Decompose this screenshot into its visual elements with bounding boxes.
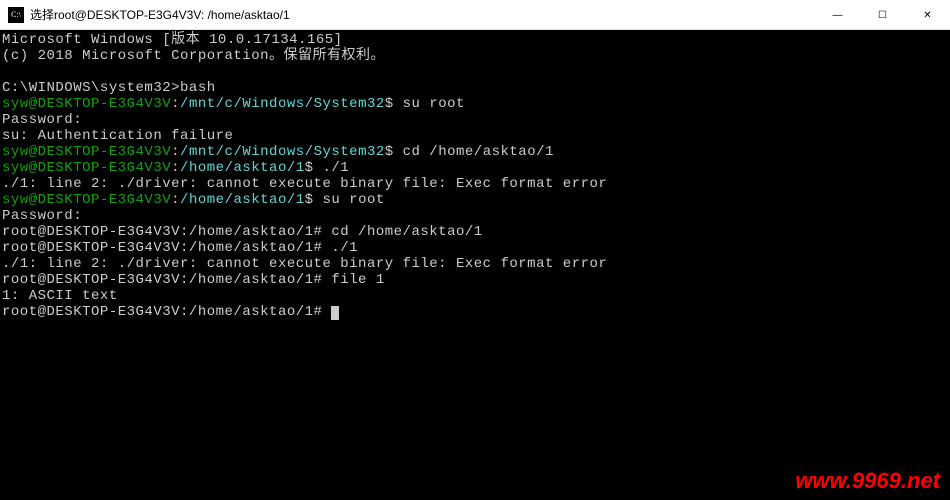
terminal-line: syw@DESKTOP-E3G4V3V:/mnt/c/Windows/Syste… bbox=[2, 96, 950, 112]
text-segment: 1: ASCII text bbox=[2, 288, 118, 304]
text-segment: root@DESKTOP-E3G4V3V:/home/asktao/1# cd … bbox=[2, 224, 483, 240]
text-segment: /mnt/c/Windows/System32 bbox=[180, 96, 385, 112]
close-button[interactable]: ✕ bbox=[905, 0, 950, 30]
text-segment: (c) 2018 Microsoft Corporation。保留所有权利。 bbox=[2, 48, 385, 64]
terminal-line: root@DESKTOP-E3G4V3V:/home/asktao/1# bbox=[2, 304, 950, 320]
terminal-line: C:\WINDOWS\system32>bash bbox=[2, 80, 950, 96]
text-segment: : bbox=[171, 144, 180, 160]
terminal-line: ./1: line 2: ./driver: cannot execute bi… bbox=[2, 176, 950, 192]
text-segment: syw@DESKTOP-E3G4V3V bbox=[2, 192, 171, 208]
terminal-line bbox=[2, 64, 950, 80]
text-segment: Microsoft Windows [版本 10.0.17134.165] bbox=[2, 32, 343, 48]
terminal-line: (c) 2018 Microsoft Corporation。保留所有权利。 bbox=[2, 48, 950, 64]
text-segment: syw@DESKTOP-E3G4V3V bbox=[2, 160, 171, 176]
text-segment: : bbox=[171, 192, 180, 208]
terminal-line: root@DESKTOP-E3G4V3V:/home/asktao/1# cd … bbox=[2, 224, 950, 240]
text-segment: /mnt/c/Windows/System32 bbox=[180, 144, 385, 160]
titlebar[interactable]: C:\ 选择root@DESKTOP-E3G4V3V: /home/asktao… bbox=[0, 0, 950, 30]
maximize-button[interactable]: ☐ bbox=[860, 0, 905, 30]
terminal-line: Password: bbox=[2, 112, 950, 128]
watermark: www.9969.net bbox=[795, 468, 940, 494]
text-segment: su: Authentication failure bbox=[2, 128, 233, 144]
text-segment: $ su root bbox=[385, 96, 465, 112]
cursor bbox=[331, 306, 339, 320]
terminal-line: root@DESKTOP-E3G4V3V:/home/asktao/1# fil… bbox=[2, 272, 950, 288]
text-segment: syw@DESKTOP-E3G4V3V bbox=[2, 96, 171, 112]
terminal-line: syw@DESKTOP-E3G4V3V:/mnt/c/Windows/Syste… bbox=[2, 144, 950, 160]
text-segment: syw@DESKTOP-E3G4V3V bbox=[2, 144, 171, 160]
terminal-line: Microsoft Windows [版本 10.0.17134.165] bbox=[2, 32, 950, 48]
window-controls: — ☐ ✕ bbox=[815, 0, 950, 29]
text-segment: $ su root bbox=[305, 192, 385, 208]
text-segment: C:\WINDOWS\system32>bash bbox=[2, 80, 216, 96]
text-segment: $ cd /home/asktao/1 bbox=[385, 144, 554, 160]
terminal-line: syw@DESKTOP-E3G4V3V:/home/asktao/1$ ./1 bbox=[2, 160, 950, 176]
terminal-line: ./1: line 2: ./driver: cannot execute bi… bbox=[2, 256, 950, 272]
terminal-line: Password: bbox=[2, 208, 950, 224]
text-segment: ./1: line 2: ./driver: cannot execute bi… bbox=[2, 176, 607, 192]
text-segment: root@DESKTOP-E3G4V3V:/home/asktao/1# fil… bbox=[2, 272, 385, 288]
text-segment: : bbox=[171, 160, 180, 176]
terminal-line: su: Authentication failure bbox=[2, 128, 950, 144]
text-segment: Password: bbox=[2, 112, 82, 128]
terminal-line: 1: ASCII text bbox=[2, 288, 950, 304]
text-segment: $ ./1 bbox=[305, 160, 350, 176]
text-segment: ./1: line 2: ./driver: cannot execute bi… bbox=[2, 256, 607, 272]
terminal-output[interactable]: Microsoft Windows [版本 10.0.17134.165](c)… bbox=[0, 30, 950, 500]
terminal-line: root@DESKTOP-E3G4V3V:/home/asktao/1# ./1 bbox=[2, 240, 950, 256]
text-segment: : bbox=[171, 96, 180, 112]
text-segment: root@DESKTOP-E3G4V3V:/home/asktao/1# ./1 bbox=[2, 240, 358, 256]
app-icon: C:\ bbox=[8, 7, 24, 23]
terminal-window: C:\ 选择root@DESKTOP-E3G4V3V: /home/asktao… bbox=[0, 0, 950, 500]
text-segment: Password: bbox=[2, 208, 82, 224]
window-title: 选择root@DESKTOP-E3G4V3V: /home/asktao/1 bbox=[30, 6, 815, 23]
minimize-button[interactable]: — bbox=[815, 0, 860, 30]
text-segment: root@DESKTOP-E3G4V3V:/home/asktao/1# bbox=[2, 304, 331, 320]
terminal-line: syw@DESKTOP-E3G4V3V:/home/asktao/1$ su r… bbox=[2, 192, 950, 208]
text-segment: /home/asktao/1 bbox=[180, 160, 305, 176]
text-segment: /home/asktao/1 bbox=[180, 192, 305, 208]
